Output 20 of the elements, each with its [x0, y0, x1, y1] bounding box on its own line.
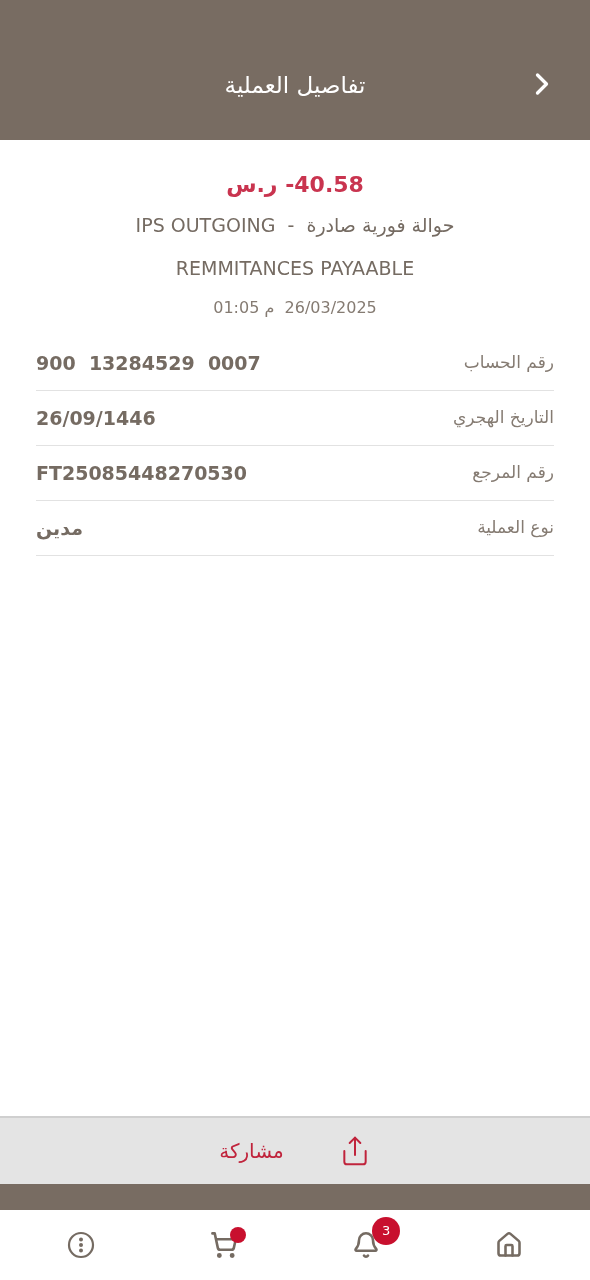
bell-icon: [352, 1231, 381, 1259]
more-icon: [67, 1231, 96, 1259]
transaction-category: REMMITANCES PAYAABLE: [175, 255, 415, 281]
transaction-description: حوالة فورية صادرة - IPS OUTGOING: [135, 213, 455, 239]
nav-tab[interactable]: 3: [334, 1217, 399, 1273]
detail-value: FT25085448270530: [36, 460, 248, 486]
detail-label: التاريخ الهجري: [453, 406, 554, 430]
detail-value: 26/09/1446: [36, 405, 156, 431]
page-title: تفاصيل العملية: [224, 70, 366, 100]
cart-icon: [209, 1231, 238, 1259]
detail-value: 900 13284529 0007: [36, 350, 261, 376]
detail-label: نوع العملية: [477, 516, 554, 540]
home-icon: [494, 1231, 523, 1259]
detail-value: مدين: [36, 515, 83, 542]
detail-label: رقم الحساب: [463, 351, 554, 375]
transaction-datetime: 26/03/2025 م 01:05: [213, 297, 377, 319]
notification-badge: 3: [372, 1217, 401, 1245]
share-button[interactable]: مشاركة: [219, 1135, 371, 1167]
detail-label: رقم المرجع: [472, 461, 554, 485]
amount: 40.58- ر.س: [226, 171, 364, 199]
